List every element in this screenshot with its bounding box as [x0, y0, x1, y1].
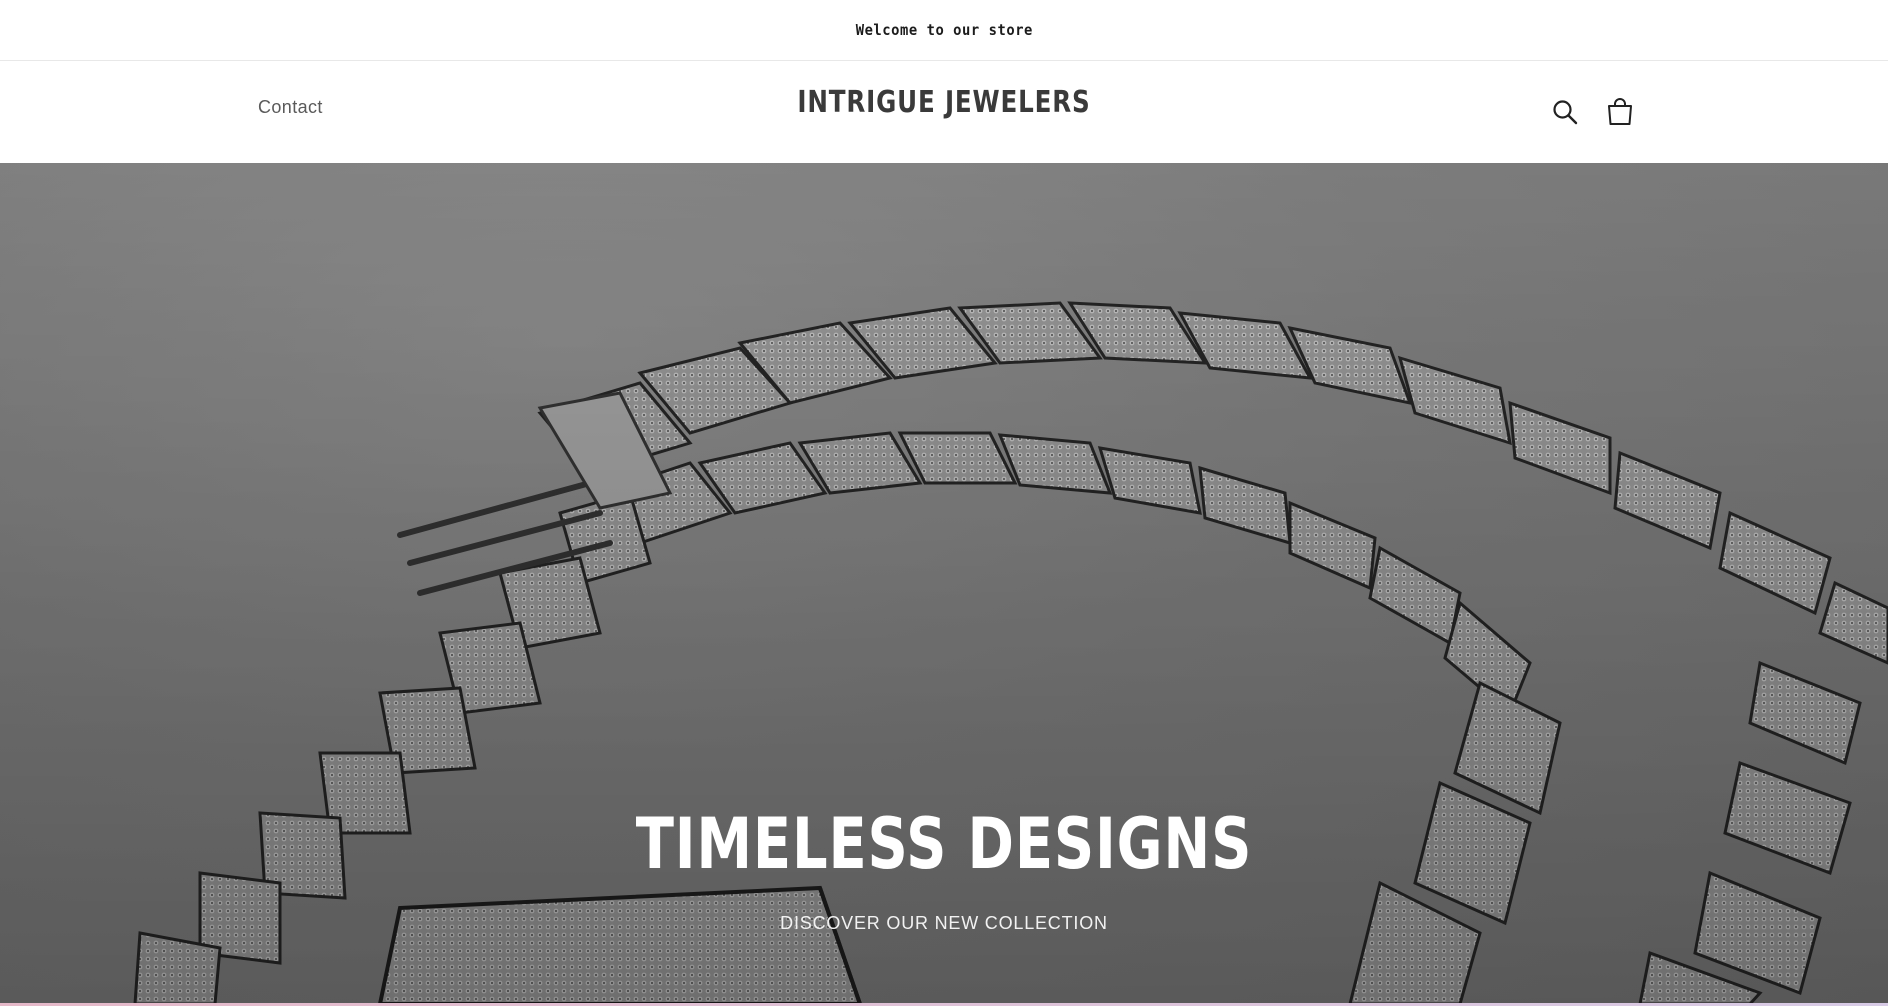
- hero-title: TIMELESS DESIGNS: [635, 803, 1253, 885]
- brand-logo[interactable]: INTRIGUE JEWELERS: [170, 85, 1718, 120]
- hero-banner: TIMELESS DESIGNS DISCOVER OUR NEW COLLEC…: [0, 163, 1888, 1004]
- hero-subtitle: DISCOVER OUR NEW COLLECTION: [780, 913, 1108, 933]
- announcement-text: Welcome to our store: [855, 21, 1033, 39]
- search-icon[interactable]: [1547, 94, 1583, 130]
- announcement-bar: Welcome to our store: [0, 0, 1888, 61]
- cart-icon[interactable]: [1602, 94, 1638, 130]
- site-header: Contact INTRIGUE JEWELERS: [0, 61, 1888, 163]
